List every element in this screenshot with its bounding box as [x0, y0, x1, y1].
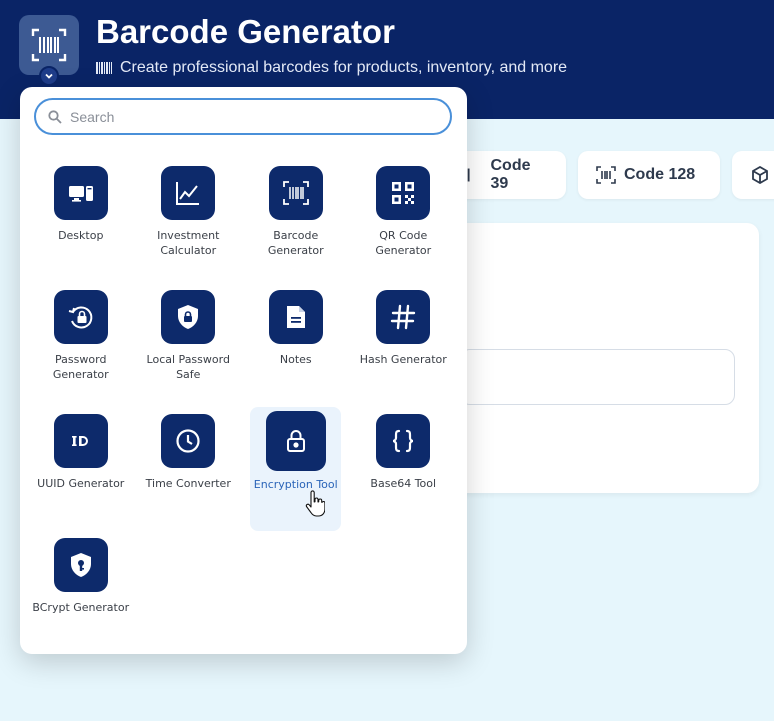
- shield-lock-icon: [161, 290, 216, 344]
- barcode-scan-icon: [268, 166, 323, 220]
- hand-cursor-icon: [305, 490, 325, 517]
- app-tile-label: Investment Calculator: [157, 229, 220, 257]
- tab-other[interactable]: [732, 151, 774, 199]
- app-tile-label: Base64 Tool: [370, 477, 437, 490]
- page-title: Barcode Generator: [96, 13, 395, 50]
- shield-key-icon: [53, 538, 108, 592]
- padlock-icon: [265, 411, 326, 471]
- tab-code-128[interactable]: Code 128: [578, 151, 720, 199]
- app-tile-desktop[interactable]: Desktop: [35, 159, 126, 283]
- subtitle-text: Create professional barcodes for product…: [120, 59, 568, 76]
- app-tile-label: Password Generator: [52, 353, 109, 381]
- app-tile-label: UUID Generator: [37, 477, 125, 490]
- app-tile-barcode-generator[interactable]: Barcode Generator: [250, 159, 341, 283]
- app-tile-password-generator[interactable]: Password Generator: [35, 283, 126, 407]
- page-subtitle: Create professional barcodes for product…: [96, 59, 567, 77]
- barcode-text-input[interactable]: [460, 349, 735, 405]
- app-tile-label: Desktop: [58, 229, 104, 242]
- braces-icon: [376, 414, 431, 468]
- app-tile-qr-code-generator[interactable]: QR Code Generator: [358, 159, 449, 283]
- app-tile-label: Hash Generator: [359, 353, 447, 366]
- app-tile-encryption-tool[interactable]: Encryption Tool: [250, 407, 342, 531]
- app-tile-label: Barcode Generator: [267, 229, 324, 257]
- barcode-icon: [96, 62, 112, 74]
- cube-icon: [752, 166, 768, 184]
- app-tile-label: QR Code Generator: [375, 229, 432, 257]
- chart-line-icon: [161, 166, 216, 220]
- tab-label: Code 128: [624, 166, 696, 183]
- app-launcher-dropdown: Desktop Investment Calculator Barcode Ge…: [20, 87, 467, 654]
- app-tile-investment-calculator[interactable]: Investment Calculator: [143, 159, 234, 283]
- app-tile-label: Encryption Tool: [253, 478, 338, 491]
- qr-code-icon: [376, 166, 431, 220]
- app-tile-base64-tool[interactable]: Base64 Tool: [358, 407, 449, 531]
- note-icon: [268, 290, 323, 344]
- hash-icon: [376, 290, 431, 344]
- app-tile-label: BCrypt Generator: [32, 601, 130, 614]
- barcode-scan-icon: [31, 28, 67, 62]
- app-tile-label: Notes: [279, 353, 312, 366]
- desktop-icon: [53, 166, 108, 220]
- app-tile-uuid-generator[interactable]: UUID Generator: [35, 407, 126, 531]
- app-tile-notes[interactable]: Notes: [250, 283, 341, 407]
- barcode-scan-icon: [596, 166, 616, 184]
- clock-icon: [161, 414, 216, 468]
- app-tile-label: Time Converter: [145, 477, 231, 490]
- app-grid: Desktop Investment Calculator Barcode Ge…: [27, 159, 457, 655]
- search-box[interactable]: [34, 98, 452, 135]
- search-input[interactable]: [70, 108, 430, 125]
- lock-rotate-icon: [53, 290, 108, 344]
- app-tile-time-converter[interactable]: Time Converter: [143, 407, 234, 531]
- id-icon: [53, 414, 108, 468]
- barcode-form-card: [440, 223, 759, 493]
- app-tile-hash-generator[interactable]: Hash Generator: [358, 283, 449, 407]
- app-tile-bcrypt-generator[interactable]: BCrypt Generator: [32, 531, 129, 655]
- chevron-down-icon[interactable]: [39, 66, 59, 86]
- app-tile-label: Local Password Safe: [146, 353, 230, 381]
- app-tile-local-password-safe[interactable]: Local Password Safe: [143, 283, 234, 407]
- tab-label: Code 39: [490, 157, 531, 192]
- search-icon: [48, 109, 62, 124]
